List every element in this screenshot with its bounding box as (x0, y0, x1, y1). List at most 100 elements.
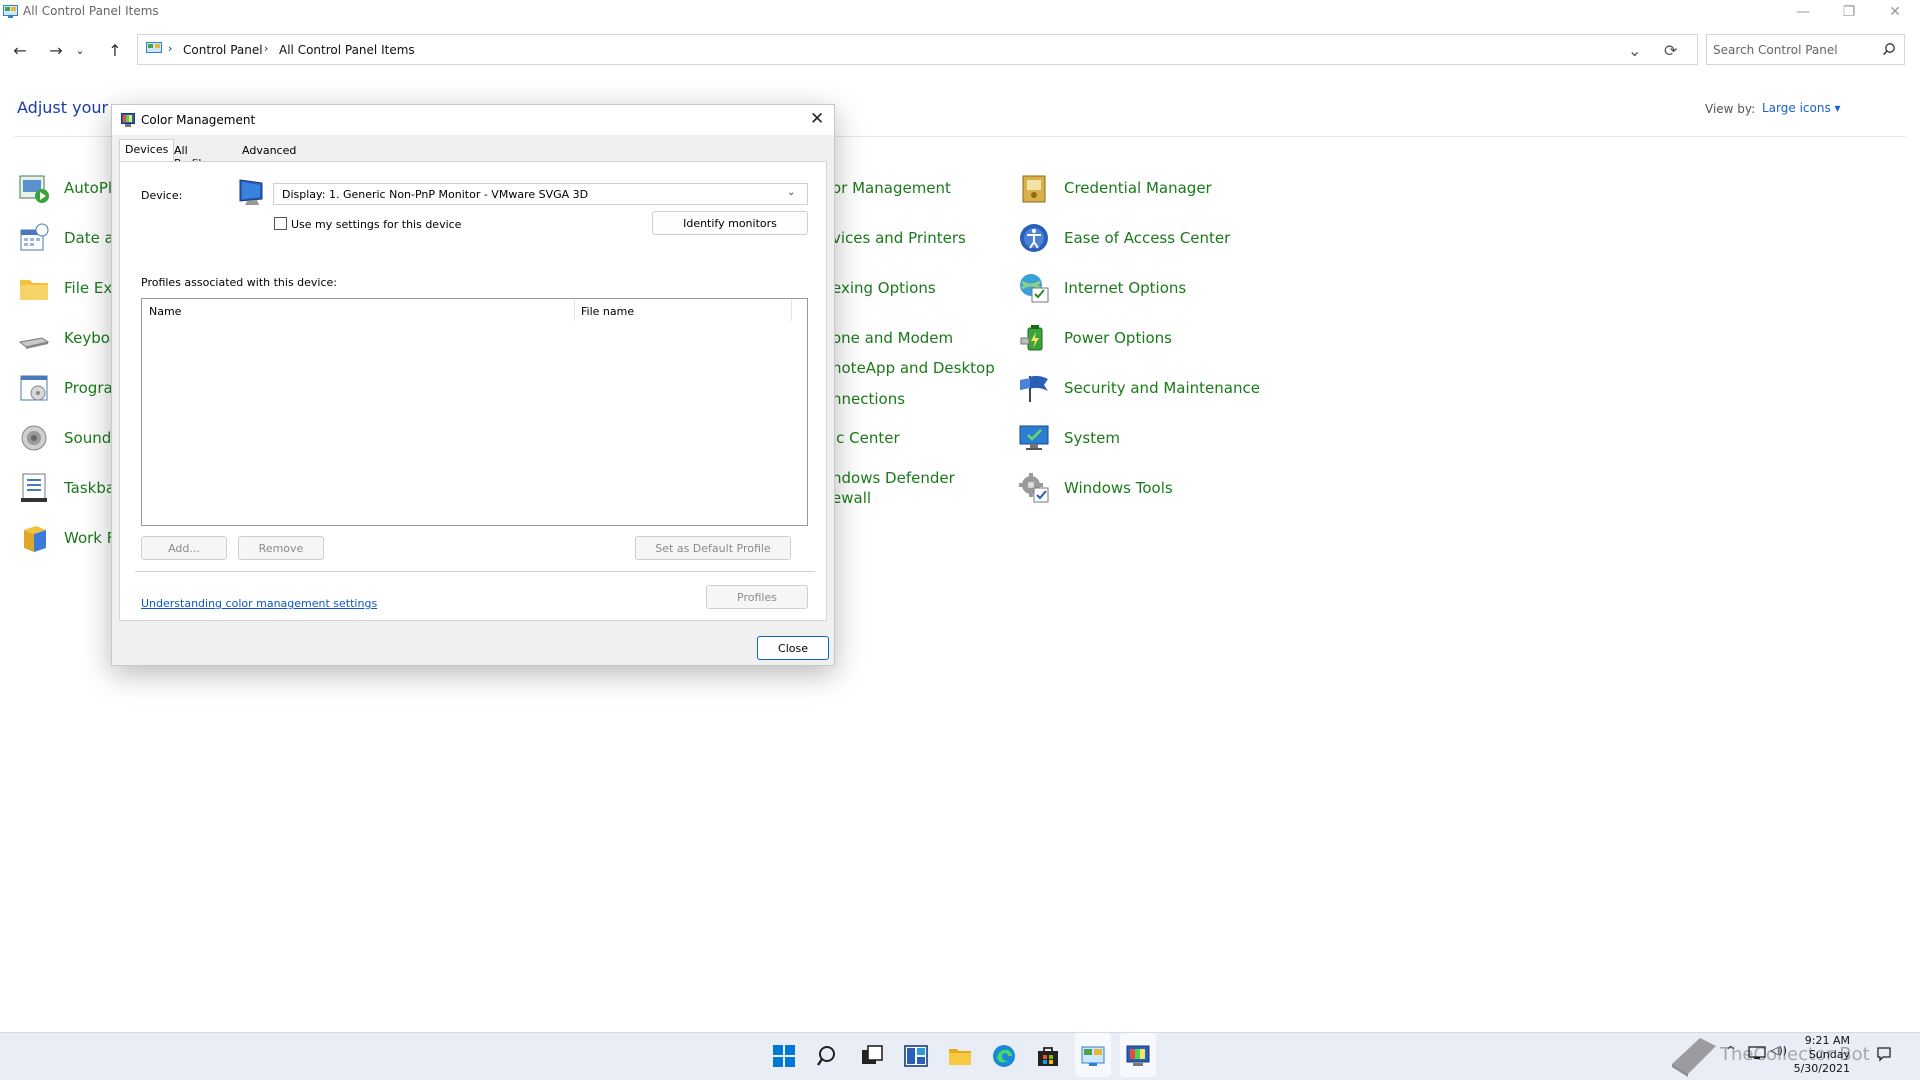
edge-browser-button[interactable] (990, 1042, 1018, 1070)
work-folders-icon (24, 526, 46, 552)
column-name[interactable]: Name (149, 305, 181, 318)
cp-item-indexing-options[interactable]: exing Options (832, 268, 936, 308)
refresh-icon[interactable]: ⟳ (1664, 41, 1677, 60)
cp-item-label: Power Options (1064, 329, 1172, 347)
restore-button[interactable]: ❐ (1826, 0, 1872, 24)
cp-item-system[interactable]: System (1018, 418, 1120, 458)
cp-item-taskbar-navigation[interactable]: Taskbar (18, 468, 121, 508)
identify-monitors-button[interactable]: Identify monitors (652, 211, 808, 235)
dialog-close-button[interactable]: Close (757, 636, 829, 660)
profiles-label: Profiles associated with this device: (141, 276, 338, 289)
use-my-settings-checkbox[interactable] (274, 217, 287, 230)
autoplay-icon (19, 175, 49, 203)
task-view-button[interactable] (858, 1042, 886, 1070)
taskbar-search-button[interactable] (814, 1042, 842, 1070)
cp-item-remoteapp[interactable]: noteApp and Desktop (832, 358, 995, 378)
chevron-down-icon: ⌄ (787, 187, 796, 198)
view-by-dropdown[interactable]: Large icons ▾ (1762, 101, 1841, 115)
windows-logo-icon (773, 1045, 795, 1067)
cp-item-label: Work F (64, 529, 116, 547)
cp-item-label: Prograi (64, 379, 117, 397)
color-management-taskbar-button[interactable] (1124, 1042, 1152, 1070)
column-file-name[interactable]: File name (581, 305, 634, 318)
cp-item-ease-of-access[interactable]: Ease of Access Center (1018, 218, 1230, 258)
cp-item-phone-and-modem[interactable]: one and Modem (832, 318, 953, 358)
folder-icon (949, 1049, 971, 1065)
dialog-close-icon[interactable]: ✕ (810, 109, 824, 129)
cp-item-sync-center[interactable]: ıc Center (832, 418, 900, 458)
cp-item-date-and-time[interactable]: Date ar (18, 218, 120, 258)
column-divider[interactable] (791, 299, 792, 321)
breadcrumb-control-panel[interactable]: Control Panel (183, 43, 263, 57)
flag-icon (1020, 375, 1048, 402)
cp-item-color-management[interactable]: or Management (832, 168, 951, 208)
cp-item-label: or Management (832, 179, 951, 197)
cp-item-label: vices and Printers (832, 229, 966, 247)
cp-item-file-explorer-options[interactable]: File Exp (18, 268, 122, 308)
cp-item-windows-tools[interactable]: Windows Tools (1018, 468, 1173, 508)
use-my-settings-label[interactable]: Use my settings for this device (291, 218, 461, 231)
back-arrow-icon: ← (13, 40, 27, 60)
address-dropdown-icon[interactable]: ⌄ (1628, 41, 1641, 60)
color-management-icon (1126, 1045, 1150, 1066)
start-button[interactable] (770, 1042, 798, 1070)
explorer-title-bar: All Control Panel Items — ❐ ✕ (0, 0, 1920, 24)
profiles-button[interactable]: Profiles (706, 585, 808, 609)
remove-profile-button[interactable]: Remove (238, 536, 324, 560)
up-button[interactable]: ↑ (99, 30, 131, 70)
cp-item-devices-and-printers[interactable]: vices and Printers (832, 218, 966, 258)
widgets-button[interactable] (902, 1042, 930, 1070)
window-close-button[interactable]: ✕ (1872, 0, 1918, 24)
cp-item-sound[interactable]: Sound (18, 418, 111, 458)
recent-locations-button[interactable]: ⌄ (70, 30, 90, 70)
notifications-icon[interactable] (1876, 1046, 1892, 1062)
search-input[interactable] (1713, 41, 1873, 59)
address-bar[interactable]: › Control Panel › All Control Panel Item… (137, 34, 1698, 65)
minimize-button[interactable]: — (1780, 0, 1826, 24)
cp-item-security-and-maintenance[interactable]: Security and Maintenance (1018, 368, 1260, 408)
cp-item-label: noteApp and Desktop (832, 359, 995, 377)
cp-item-keyboard[interactable]: Keyboa (18, 318, 119, 358)
speaker-icon (21, 425, 47, 451)
network-icon[interactable] (1748, 1046, 1766, 1060)
chevron-down-icon: ⌄ (75, 43, 85, 57)
cp-item-windows-defender[interactable]: ndows Defender (832, 468, 955, 488)
tab-all-profiles[interactable]: All Profiles (169, 141, 219, 170)
cp-item-power-options[interactable]: Power Options (1018, 318, 1172, 358)
cp-item-credential-manager[interactable]: Credential Manager (1018, 168, 1212, 208)
tray-overflow-icon[interactable]: ^ (1726, 1044, 1735, 1057)
tab-devices[interactable]: Devices (119, 139, 175, 163)
cp-item-work-folders[interactable]: Work F (18, 518, 115, 558)
control-panel-taskbar-button[interactable] (1079, 1042, 1107, 1070)
file-explorer-button[interactable] (946, 1042, 974, 1070)
clock-date: 5/30/2021 (1793, 1062, 1850, 1075)
back-button[interactable]: ← (4, 30, 36, 70)
tab-advanced[interactable]: Advanced (237, 141, 301, 161)
search-icon[interactable] (1882, 42, 1896, 56)
cp-item-windows-defender-line2[interactable]: ewall (832, 488, 871, 508)
store-button[interactable] (1034, 1042, 1062, 1070)
profiles-list[interactable]: Name File name (141, 298, 808, 526)
search-icon (817, 1046, 835, 1066)
cp-item-autoplay[interactable]: AutoPla (18, 168, 121, 208)
search-box[interactable] (1706, 34, 1905, 65)
forward-button[interactable]: → (40, 30, 72, 70)
device-dropdown[interactable]: Display: 1. Generic Non-PnP Monitor - VM… (273, 183, 808, 205)
cp-item-programs-and-features[interactable]: Prograi (18, 368, 117, 408)
dialog-title: Color Management (141, 113, 256, 127)
folder-icon (20, 280, 48, 300)
help-link[interactable]: Understanding color management settings (141, 597, 377, 610)
column-divider[interactable] (574, 299, 575, 321)
breadcrumb-all-items[interactable]: All Control Panel Items (279, 43, 415, 57)
dialog-divider (135, 571, 815, 572)
volume-icon[interactable]: ◁)) (1770, 1044, 1787, 1057)
system-clock[interactable]: 9:21 AM Sunday 5/30/2021 (1790, 1034, 1850, 1076)
set-default-profile-button[interactable]: Set as Default Profile (635, 536, 791, 560)
window-title: All Control Panel Items (23, 4, 159, 18)
clock-day: Sunday (1808, 1048, 1850, 1061)
cp-item-internet-options[interactable]: Internet Options (1018, 268, 1186, 308)
cp-item-remoteapp-line2[interactable]: nnections (832, 389, 905, 409)
control-panel-icon (1081, 1046, 1105, 1066)
add-profile-button[interactable]: Add... (141, 536, 227, 560)
dialog-title-bar[interactable]: Color Management ✕ (112, 105, 834, 135)
